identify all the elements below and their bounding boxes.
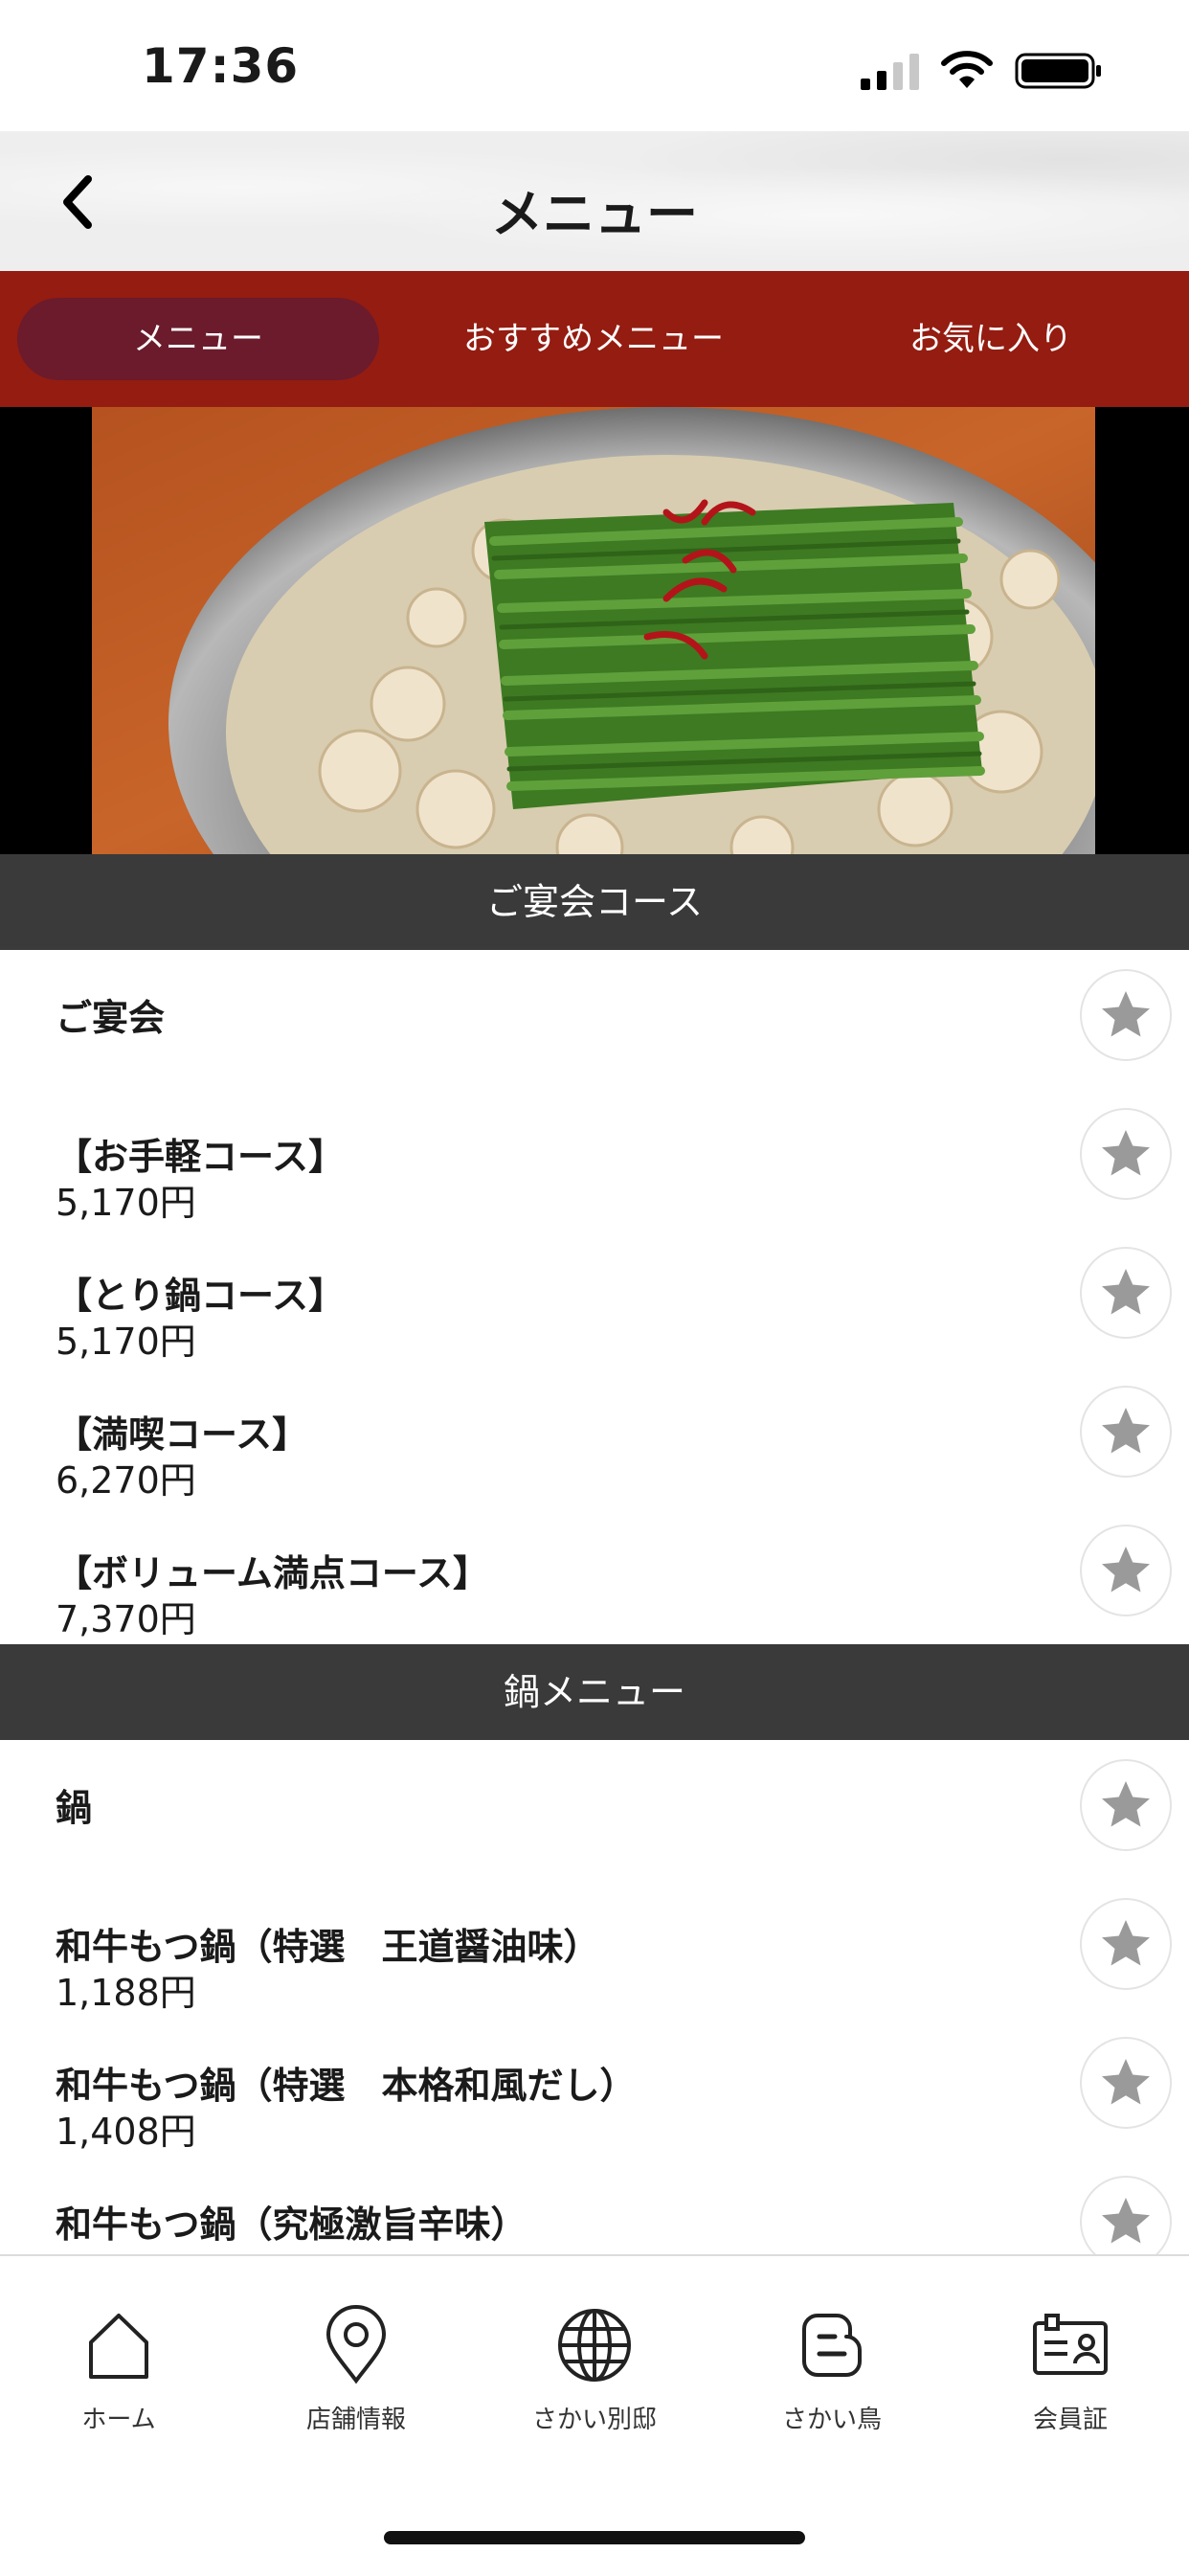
list-item[interactable]: 【お手軽コース】 5,170円: [0, 1089, 1189, 1228]
status-icons: [861, 48, 1103, 90]
star-icon: [1102, 991, 1150, 1037]
item-name: 鍋: [56, 1787, 93, 1829]
blog-icon: [802, 2314, 862, 2377]
star-icon: [1102, 1920, 1150, 1966]
item-name: 【お手軽コース】: [56, 1136, 346, 1178]
item-name: 【とり鍋コース】: [56, 1275, 346, 1317]
map-pin-icon: [325, 2305, 387, 2384]
favorite-button[interactable]: [1080, 1247, 1172, 1339]
nav-label: 店舗情報: [305, 2406, 406, 2434]
item-name: 【ボリューム満点コース】: [56, 1552, 489, 1594]
list-item[interactable]: 【とり鍋コース】 5,170円: [0, 1228, 1189, 1367]
star-icon: [1102, 2198, 1150, 2244]
nav-item-store-info[interactable]: 店舗情報: [260, 2304, 452, 2435]
favorite-button[interactable]: [1080, 969, 1172, 1061]
motsunabe-hotpot-image: [92, 407, 1095, 854]
list-item[interactable]: 【満喫コース】 6,270円: [0, 1367, 1189, 1505]
wifi-icon: [941, 51, 993, 88]
star-icon: [1102, 1269, 1150, 1315]
item-name: 和牛もつ鍋（究極激旨辛味）: [56, 2203, 527, 2246]
menu-list[interactable]: ご宴会コース ご宴会 【お手軽コース】 5,170円 【とり鍋コース】 5,17…: [0, 854, 1189, 2254]
nav-item-sakai-tori[interactable]: さかい鳥: [736, 2304, 928, 2435]
battery-icon: [1015, 53, 1101, 89]
tab-recommended-menu[interactable]: おすすめメニュー: [412, 298, 775, 380]
tab-bar: メニュー おすすめメニュー お気に入り: [0, 271, 1189, 407]
item-name: 和牛もつ鍋（特選 本格和風だし）: [56, 2065, 637, 2107]
item-name: 和牛もつ鍋（特選 王道醤油味）: [56, 1926, 600, 1968]
section-header: 鍋メニュー: [0, 1644, 1189, 1740]
list-item[interactable]: 和牛もつ鍋（究極激旨辛味） 1,518円: [0, 2157, 1189, 2254]
nav-label: ホーム: [81, 2406, 156, 2434]
home-indicator: [384, 2531, 805, 2544]
home-icon: [89, 2314, 148, 2379]
nav-label: さかい鳥: [781, 2406, 882, 2434]
star-icon: [1102, 1130, 1150, 1176]
cellular-signal-icon: [861, 52, 919, 90]
bottom-navigation: ホーム 店舗情報 さかい別邸 さかい鳥 会員証: [0, 2254, 1189, 2576]
list-item[interactable]: 和牛もつ鍋（特選 王道醤油味） 1,188円: [0, 1879, 1189, 2018]
star-icon: [1102, 1408, 1150, 1454]
status-time: 17:36: [142, 38, 300, 94]
favorite-button[interactable]: [1080, 2037, 1172, 2129]
nav-label: 会員証: [1032, 2406, 1108, 2434]
list-item[interactable]: 【ボリューム満点コース】 7,370円: [0, 1505, 1189, 1644]
favorite-button[interactable]: [1080, 2176, 1172, 2254]
item-price: 5,170円: [56, 1321, 196, 1363]
globe-icon: [558, 2309, 631, 2382]
list-item[interactable]: 鍋: [0, 1740, 1189, 1879]
star-icon: [1102, 2059, 1150, 2105]
navigation-bar: メニュー: [0, 131, 1189, 271]
nav-item-member-card[interactable]: 会員証: [975, 2304, 1166, 2435]
hero-banner: [0, 407, 1189, 854]
nav-label: さかい別邸: [531, 2406, 657, 2434]
item-name: 【満喫コース】: [56, 1413, 309, 1456]
favorite-button[interactable]: [1080, 1386, 1172, 1478]
nav-item-home[interactable]: ホーム: [23, 2304, 214, 2435]
status-bar: 17:36: [0, 0, 1189, 131]
favorite-button[interactable]: [1080, 1898, 1172, 1990]
item-price: 6,270円: [56, 1459, 196, 1502]
item-price: 5,170円: [56, 1182, 196, 1224]
nav-item-sakai-bettei[interactable]: さかい別邸: [499, 2304, 690, 2435]
section-header: ご宴会コース: [0, 854, 1189, 950]
favorite-button[interactable]: [1080, 1759, 1172, 1851]
tab-menu[interactable]: メニュー: [17, 298, 379, 380]
star-icon: [1102, 1547, 1150, 1593]
star-icon: [1102, 1781, 1150, 1827]
item-name: ご宴会: [56, 997, 166, 1039]
member-card-icon: [1033, 2314, 1108, 2375]
tab-favorites[interactable]: お気に入り: [823, 298, 1158, 380]
item-price: 1,518円: [56, 2241, 196, 2254]
item-price: 1,408円: [56, 2111, 196, 2153]
list-item[interactable]: ご宴会: [0, 950, 1189, 1089]
favorite-button[interactable]: [1080, 1525, 1172, 1616]
favorite-button[interactable]: [1080, 1108, 1172, 1200]
page-title: メニュー: [491, 184, 698, 244]
list-item[interactable]: 和牛もつ鍋（特選 本格和風だし） 1,408円: [0, 2018, 1189, 2157]
item-price: 1,188円: [56, 1972, 196, 2014]
item-price: 7,370円: [56, 1598, 196, 1640]
